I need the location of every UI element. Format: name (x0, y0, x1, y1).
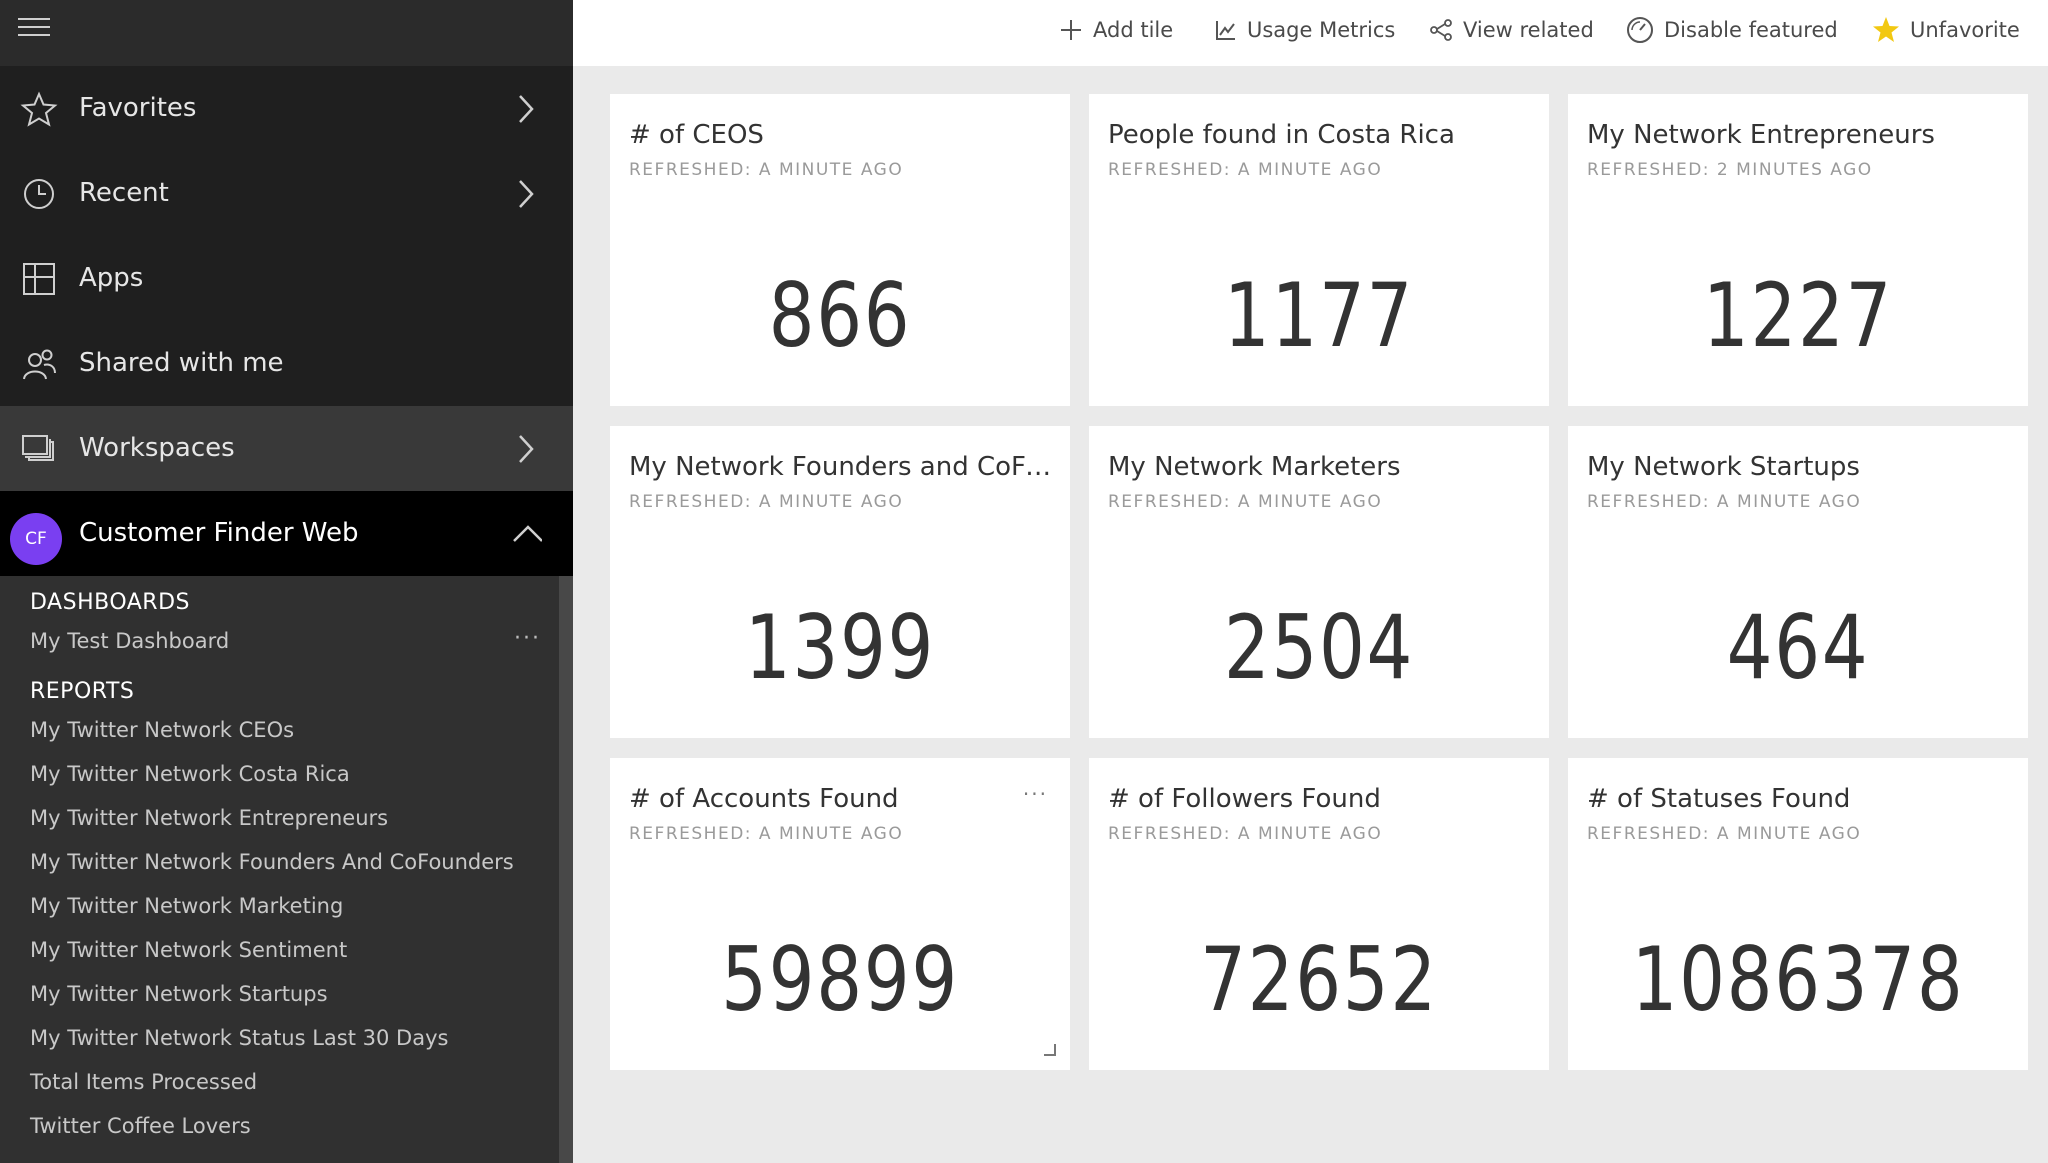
dashboard-tile[interactable]: People found in Costa Rica REFRESHED: A … (1089, 94, 1549, 406)
chevron-up-icon[interactable] (508, 517, 542, 551)
tile-value: 464 (1726, 596, 1870, 699)
tile-title: # of Statuses Found (1587, 784, 1851, 814)
tile-refresh-status: REFRESHED: A MINUTE AGO (629, 492, 904, 512)
chevron-right-icon[interactable] (512, 177, 540, 211)
tile-refresh-status: REFRESHED: A MINUTE AGO (629, 824, 904, 844)
tile-title: My Network Marketers (1108, 452, 1401, 482)
report-link[interactable]: My Twitter Network Startups (30, 982, 328, 1006)
tile-value: 866 (768, 264, 912, 367)
star-filled-icon (1873, 17, 1899, 42)
report-link[interactable]: My Twitter Network Sentiment (30, 938, 347, 962)
disable-featured-button[interactable]: Disable featured (1626, 0, 1838, 60)
workspaces-icon (22, 435, 54, 461)
add-tile-button[interactable]: Add tile (1059, 0, 1173, 60)
nav-item-shared-with-me[interactable]: Shared with me (0, 321, 573, 406)
tile-title: My Network Founders and CoFo... (629, 452, 1059, 482)
dashboard-tile[interactable]: My Network Entrepreneurs REFRESHED: 2 MI… (1568, 94, 2028, 406)
dashboard-link[interactable]: My Test Dashboard (30, 629, 229, 653)
plus-icon (1061, 20, 1081, 40)
nav-label-recent: Recent (79, 178, 169, 208)
tile-value: 72652 (1200, 928, 1438, 1031)
dashboard-tile[interactable]: My Network Founders and CoFo... REFRESHE… (610, 426, 1070, 738)
navigation-sidebar: Favorites Recent Apps Shared with me Wor… (0, 0, 573, 1163)
tile-refresh-status: REFRESHED: A MINUTE AGO (1587, 492, 1862, 512)
star-outline-icon (20, 91, 58, 127)
report-link[interactable]: Twitter Coffee Lovers (30, 1114, 251, 1138)
resize-handle-icon[interactable] (1044, 1044, 1056, 1056)
chevron-right-icon[interactable] (512, 432, 540, 466)
sidebar-scrollbar[interactable] (559, 576, 573, 1163)
nav-label-workspaces: Workspaces (79, 433, 235, 463)
dashboards-heading: DASHBOARDS (30, 590, 190, 615)
nav-label-favorites: Favorites (79, 93, 197, 123)
tile-title: People found in Costa Rica (1108, 120, 1455, 150)
unfavorite-label: Unfavorite (1910, 18, 2020, 42)
tile-title: # of CEOS (629, 120, 764, 150)
nav-item-favorites[interactable]: Favorites (0, 66, 573, 151)
tile-title: My Network Entrepreneurs (1587, 120, 1935, 150)
disable-featured-label: Disable featured (1664, 18, 1838, 42)
view-related-label: View related (1463, 18, 1594, 42)
clock-icon (24, 179, 54, 209)
dashboard-tile[interactable]: # of Followers Found REFRESHED: A MINUTE… (1089, 758, 1549, 1070)
report-link[interactable]: My Twitter Network Costa Rica (30, 762, 350, 786)
unfavorite-button[interactable]: Unfavorite (1872, 0, 2020, 60)
report-link[interactable]: Total Items Processed (30, 1070, 257, 1094)
shared-people-icon (23, 349, 56, 380)
report-link[interactable]: My Twitter Network CEOs (30, 718, 294, 742)
dashboard-more-options-icon[interactable]: ··· (514, 626, 541, 651)
apps-grid-icon (23, 263, 55, 295)
report-link[interactable]: My Twitter Network Marketing (30, 894, 343, 918)
nav-item-workspaces[interactable]: Workspaces (0, 406, 573, 491)
share-nodes-icon (1430, 19, 1452, 41)
tile-more-options-icon[interactable]: ··· (1023, 782, 1048, 806)
dashboard-tile[interactable]: # of Accounts Found ··· REFRESHED: A MIN… (610, 758, 1070, 1070)
line-chart-icon (1216, 21, 1235, 40)
nav-label-shared-with-me: Shared with me (79, 348, 284, 378)
tile-title: # of Accounts Found (629, 784, 899, 814)
nav-label-apps: Apps (79, 263, 144, 293)
report-link[interactable]: My Twitter Network Founders And CoFounde… (30, 850, 514, 874)
sidebar-header (0, 0, 573, 66)
tile-title: My Network Startups (1587, 452, 1860, 482)
dashboard-tile[interactable]: My Network Startups REFRESHED: A MINUTE … (1568, 426, 2028, 738)
usage-metrics-label: Usage Metrics (1247, 18, 1396, 42)
workspace-avatar: CF (10, 513, 62, 565)
tile-refresh-status: REFRESHED: A MINUTE AGO (1587, 824, 1862, 844)
gauge-icon (1627, 17, 1653, 43)
report-link[interactable]: My Twitter Network Entrepreneurs (30, 806, 388, 830)
nav-item-current-workspace[interactable]: CF Customer Finder Web (0, 491, 573, 576)
report-link[interactable]: My Twitter Network Status Last 30 Days (30, 1026, 448, 1050)
dashboard-tile[interactable]: # of CEOS REFRESHED: A MINUTE AGO 866 (610, 94, 1070, 406)
tile-title: # of Followers Found (1108, 784, 1381, 814)
workspace-name: Customer Finder Web (79, 518, 359, 548)
tile-value: 59899 (721, 928, 959, 1031)
dashboard-tile[interactable]: # of Statuses Found REFRESHED: A MINUTE … (1568, 758, 2028, 1070)
dashboard-toolbar: Add tile Usage Metrics View related Disa… (573, 0, 2048, 66)
add-tile-label: Add tile (1093, 18, 1174, 42)
dashboard-tile[interactable]: My Network Marketers REFRESHED: A MINUTE… (1089, 426, 1549, 738)
tile-refresh-status: REFRESHED: 2 MINUTES AGO (1587, 160, 1873, 180)
usage-metrics-button[interactable]: Usage Metrics (1215, 0, 1395, 60)
chevron-right-icon[interactable] (512, 92, 540, 126)
hamburger-menu-icon[interactable] (18, 18, 50, 42)
power-bi-app: Favorites Recent Apps Shared with me Wor… (0, 0, 2048, 1163)
tile-refresh-status: REFRESHED: A MINUTE AGO (1108, 492, 1383, 512)
tile-value: 2504 (1223, 596, 1415, 699)
nav-item-recent[interactable]: Recent (0, 151, 573, 236)
reports-heading: REPORTS (30, 679, 135, 704)
tile-value: 1177 (1223, 264, 1415, 367)
nav-item-apps[interactable]: Apps (0, 236, 573, 321)
view-related-button[interactable]: View related (1429, 0, 1594, 60)
tile-value: 1227 (1702, 264, 1894, 367)
tile-refresh-status: REFRESHED: A MINUTE AGO (1108, 824, 1383, 844)
tile-value: 1086378 (1631, 928, 1965, 1031)
tile-refresh-status: REFRESHED: A MINUTE AGO (629, 160, 904, 180)
tile-refresh-status: REFRESHED: A MINUTE AGO (1108, 160, 1383, 180)
tile-value: 1399 (744, 596, 936, 699)
